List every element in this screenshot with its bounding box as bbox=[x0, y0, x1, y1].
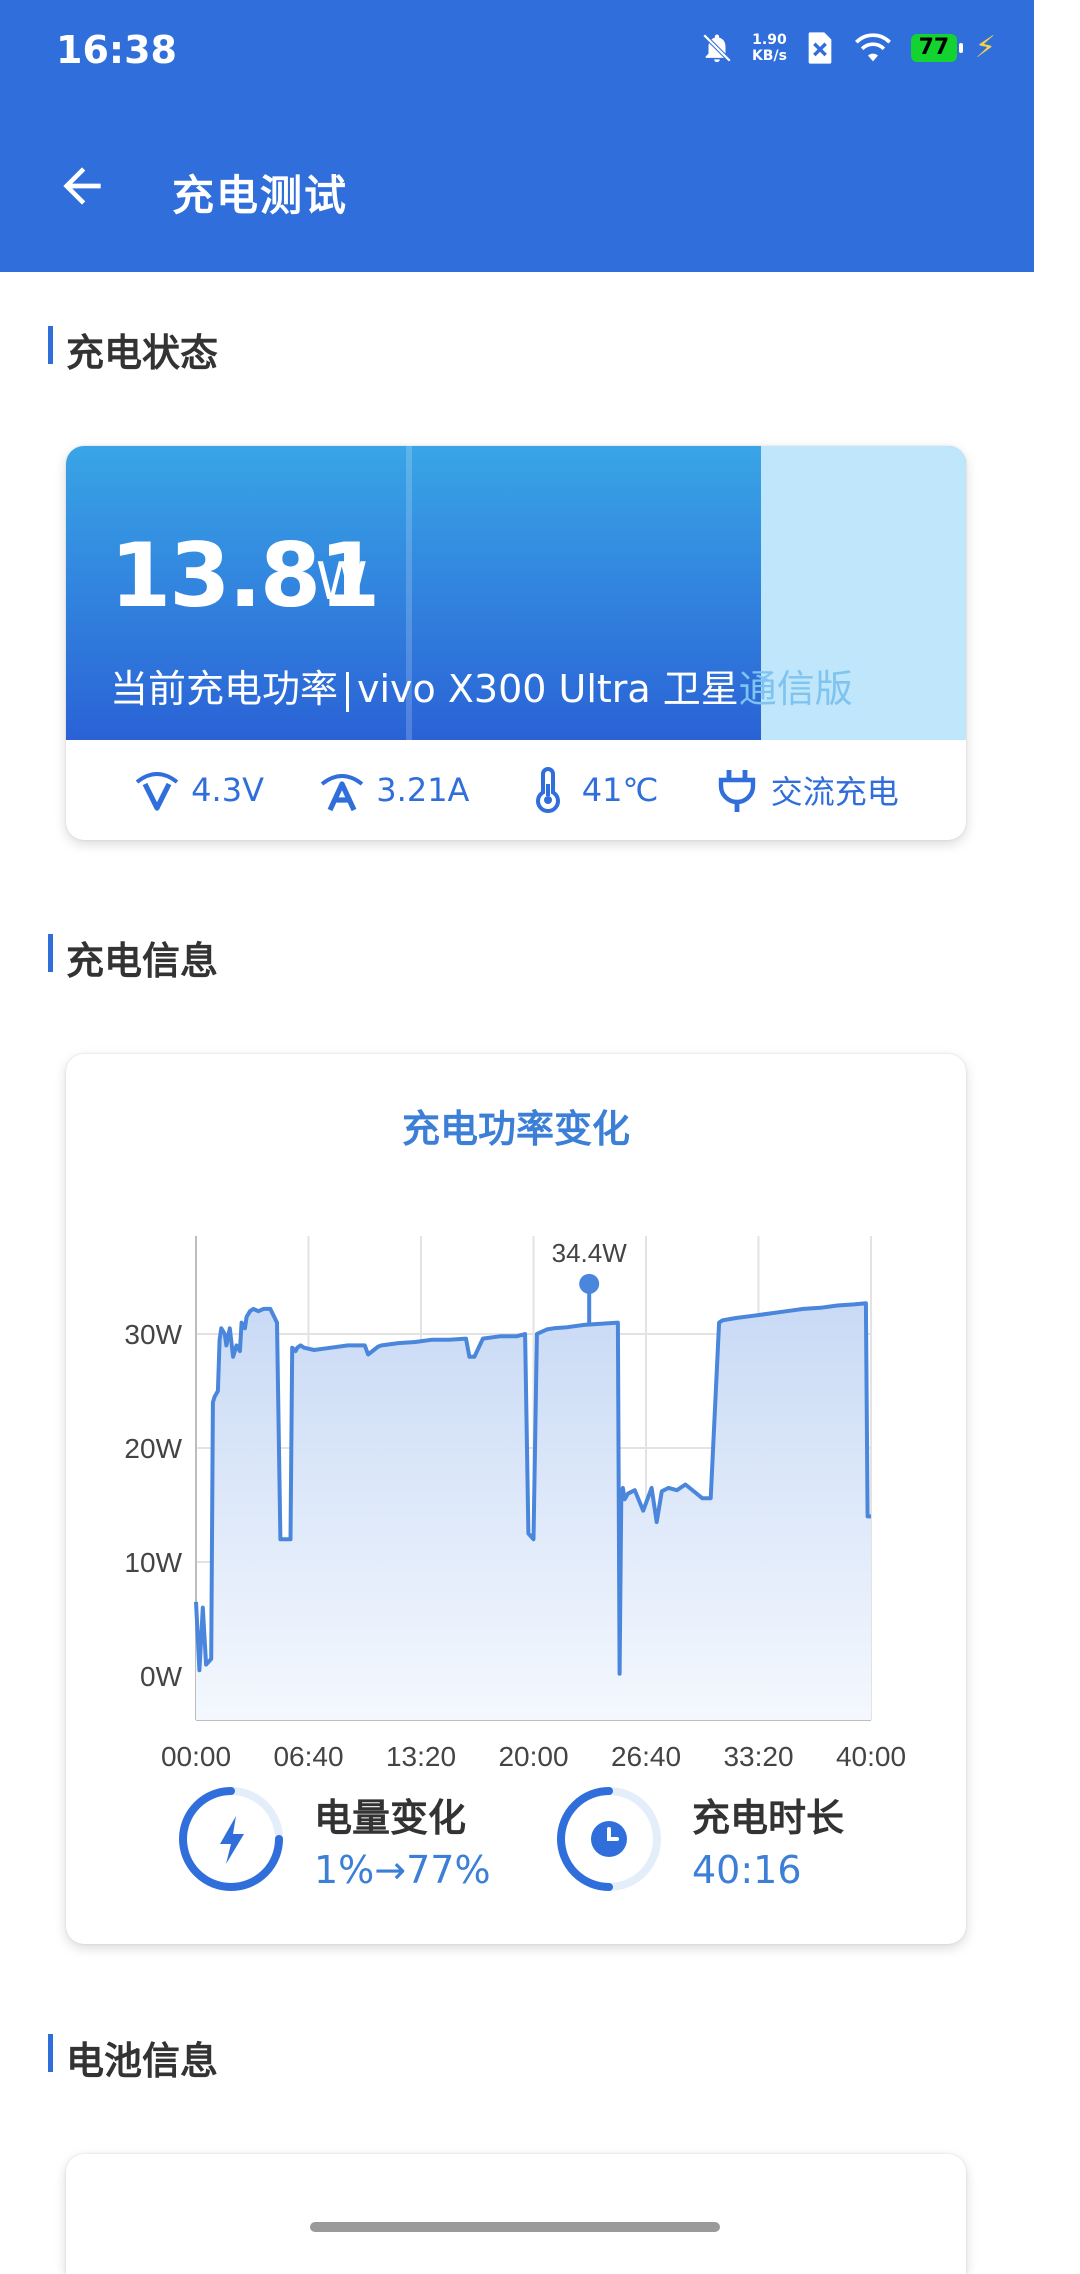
section-accent-bar bbox=[48, 934, 53, 972]
y-tick-label: 0W bbox=[140, 1661, 183, 1692]
current-value: 3.21A bbox=[376, 771, 470, 809]
device-name-suffix: 通信版 bbox=[738, 667, 853, 711]
power-caption: 当前充电功率 vivo X300 Ultra 卫星通信版 bbox=[110, 658, 853, 713]
x-tick-label: 26:40 bbox=[611, 1741, 681, 1772]
charge-duration-text: 充电时长 40:16 bbox=[692, 1787, 844, 1892]
app-screen: 16:38 1.90 KB/s 77 ⚡ 充电测试 充电状态 13.81 W 当… bbox=[0, 0, 1034, 2274]
net-speed-value: 1.90 bbox=[752, 31, 787, 48]
charge-duration-metric: 充电时长 40:16 bbox=[554, 1784, 844, 1894]
charge-status-card: 13.81 W 当前充电功率 vivo X300 Ultra 卫星通信版 4.3V… bbox=[66, 446, 966, 840]
power-chart: 00:00 06:40 13:20 20:00 26:40 33:20 40:00 0W 10W… bbox=[124, 1236, 906, 1772]
clock-ring-icon bbox=[557, 1787, 661, 1891]
section-accent-bar bbox=[48, 2034, 53, 2072]
y-tick-label: 10W bbox=[124, 1547, 182, 1578]
current-power-unit: W bbox=[316, 552, 368, 612]
wifi-icon bbox=[854, 32, 891, 61]
back-arrow-icon[interactable] bbox=[54, 158, 110, 214]
battery-icon: 77 bbox=[910, 33, 963, 62]
device-name: vivo X300 Ultra 卫星 bbox=[357, 667, 739, 711]
status-time: 16:38 bbox=[56, 28, 177, 72]
charge-stats-row: 4.3V 3.21A 41℃ 交流充电 bbox=[66, 740, 966, 840]
power-hero: 13.81 W 当前充电功率 vivo X300 Ultra 卫星通信版 bbox=[66, 446, 966, 740]
section-title-charge-status: 充电状态 bbox=[66, 331, 219, 375]
battery-change-value: 1%→77% bbox=[314, 1847, 491, 1892]
voltage-stat: 4.3V bbox=[133, 766, 264, 814]
plug-icon bbox=[718, 770, 755, 812]
current-icon bbox=[321, 774, 364, 812]
battery-change-label: 电量变化 bbox=[314, 1795, 467, 1840]
battery-change-ring-icon bbox=[179, 1787, 283, 1891]
top-app-bar: 16:38 1.90 KB/s 77 ⚡ 充电测试 bbox=[0, 0, 1034, 272]
temperature-stat: 41℃ bbox=[524, 766, 659, 814]
page-title: 充电测试 bbox=[172, 171, 349, 220]
section-title-battery-info: 电池信息 bbox=[66, 2039, 219, 2083]
y-tick-label: 30W bbox=[124, 1319, 182, 1350]
y-tick-label: 20W bbox=[124, 1433, 182, 1464]
net-speed-unit: KB/s bbox=[751, 47, 787, 64]
max-point-marker bbox=[579, 1273, 600, 1294]
charge-duration-label: 充电时长 bbox=[692, 1795, 845, 1840]
x-tick-label: 20:00 bbox=[498, 1741, 568, 1772]
charge-duration-value: 40:16 bbox=[692, 1847, 802, 1892]
voltage-value: 4.3V bbox=[191, 771, 264, 809]
x-tick-label: 33:20 bbox=[723, 1741, 793, 1772]
voltage-icon bbox=[135, 772, 179, 811]
status-icons: 1.90 KB/s 77 ⚡ bbox=[700, 30, 996, 65]
section-accent-bar bbox=[48, 326, 53, 364]
charge-info-card: 充电功率变化 00:00 06:40 13:20 20:00 26:40 33:20 40:… bbox=[66, 1054, 966, 1944]
x-tick-label: 06:40 bbox=[273, 1741, 343, 1772]
current-stat: 3.21A bbox=[318, 766, 469, 814]
section-title-charge-info: 充电信息 bbox=[66, 939, 219, 983]
thermometer-icon bbox=[535, 767, 560, 814]
sim-x-icon bbox=[808, 31, 832, 64]
temperature-value: 41℃ bbox=[581, 771, 659, 809]
charging-icon: ⚡ bbox=[974, 30, 996, 65]
x-tick-label: 00:00 bbox=[161, 1741, 231, 1772]
caption-separator bbox=[346, 671, 350, 712]
battery-info-card bbox=[66, 2154, 966, 2274]
x-tick-label: 13:20 bbox=[386, 1741, 456, 1772]
battery-change-text: 电量变化 1%→77% bbox=[314, 1787, 491, 1892]
home-indicator[interactable] bbox=[310, 2222, 720, 2232]
power-caption-label: 当前充电功率 bbox=[110, 667, 339, 711]
battery-change-metric: 电量变化 1%→77% bbox=[176, 1784, 491, 1894]
network-speed: 1.90 KB/s bbox=[752, 32, 787, 64]
max-point-label: 34.4W bbox=[552, 1238, 628, 1268]
charger-type-value: 交流充电 bbox=[770, 773, 899, 811]
x-tick-label: 40:00 bbox=[836, 1741, 906, 1772]
charger-type-stat: 交流充电 bbox=[713, 766, 899, 814]
chart-title: 充电功率变化 bbox=[401, 1107, 630, 1151]
bell-off-icon bbox=[702, 33, 732, 62]
